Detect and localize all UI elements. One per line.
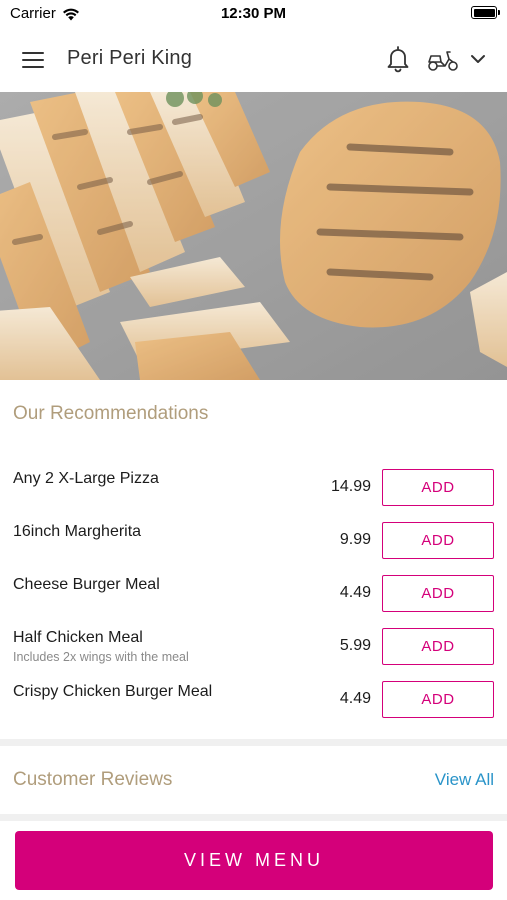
item-price: 14.99	[330, 478, 371, 495]
list-item: 16inch Margherita 9.99 ADD	[0, 522, 507, 575]
item-name: Crispy Chicken Burger Meal	[13, 683, 213, 700]
list-item: Any 2 X-Large Pizza 14.99 ADD	[0, 469, 507, 522]
add-button[interactable]: ADD	[382, 522, 494, 559]
list-item: Cheese Burger Meal 4.49 ADD	[0, 575, 507, 628]
reviews-title: Customer Reviews	[13, 769, 173, 790]
item-name: Cheese Burger Meal	[13, 576, 160, 593]
recommendations-title: Our Recommendations	[13, 403, 209, 424]
add-button[interactable]: ADD	[382, 681, 494, 718]
divider	[0, 814, 507, 821]
view-menu-button[interactable]: VIEW MENU	[15, 831, 493, 890]
item-name: Half Chicken Meal	[13, 629, 143, 646]
add-button[interactable]: ADD	[382, 628, 494, 665]
item-description: Includes 2x wings with the meal	[13, 650, 189, 664]
item-name: 16inch Margherita	[13, 523, 142, 540]
page-title: Peri Peri King	[67, 47, 193, 69]
divider	[0, 739, 507, 746]
view-all-link[interactable]: View All	[435, 770, 494, 790]
item-name: Any 2 X-Large Pizza	[13, 470, 159, 487]
item-price: 4.49	[339, 584, 371, 601]
item-price: 9.99	[339, 531, 371, 548]
status-bar: Carrier 12:30 PM	[0, 0, 507, 28]
chevron-down-icon[interactable]	[470, 52, 486, 66]
hero-food-illustration	[0, 92, 507, 380]
menu-icon[interactable]	[22, 50, 46, 70]
app-header: Peri Peri King	[0, 28, 507, 92]
scooter-icon[interactable]	[427, 47, 459, 73]
list-item: Half Chicken Meal Includes 2x wings with…	[0, 628, 507, 681]
item-price: 5.99	[339, 637, 371, 654]
add-button[interactable]: ADD	[382, 469, 494, 506]
hero-image	[0, 92, 507, 380]
item-price: 4.49	[339, 690, 371, 707]
battery-icon	[471, 6, 500, 19]
add-button[interactable]: ADD	[382, 575, 494, 612]
bell-icon[interactable]	[385, 45, 411, 73]
list-item: Crispy Chicken Burger Meal 4.49 ADD	[0, 681, 507, 734]
status-time: 12:30 PM	[220, 5, 287, 22]
